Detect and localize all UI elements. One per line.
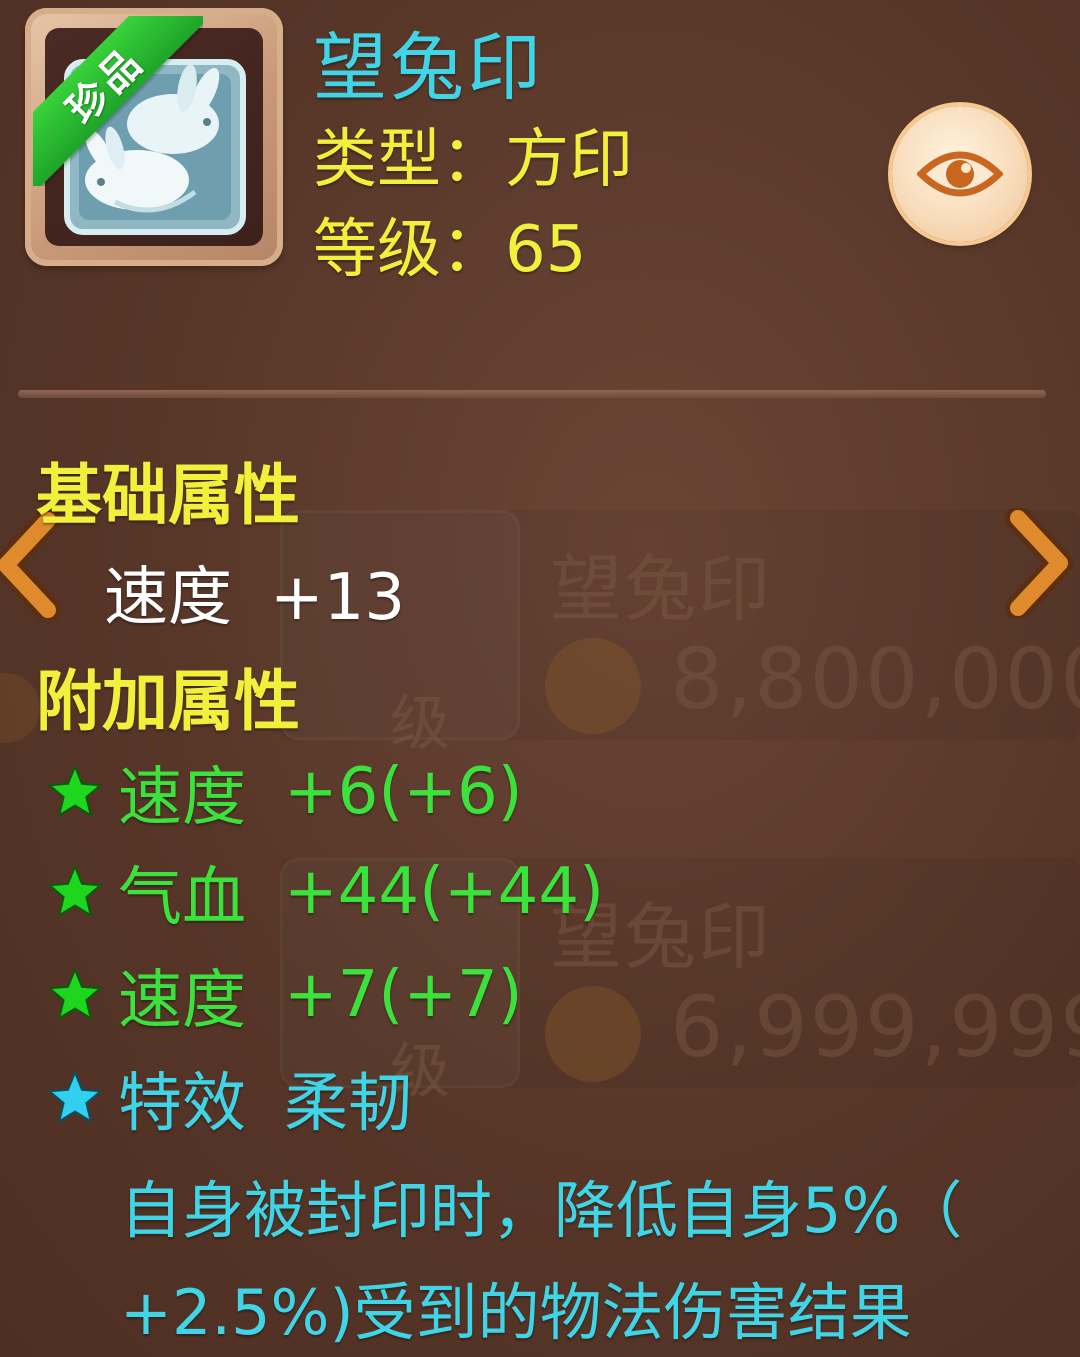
item-tooltip-panel: 级 望兔印 8,800,000 级 望兔印 6,999,999 珍品 望兔印 类… [0, 0, 1080, 1357]
extra-attribute-value: +6(+6) [284, 755, 523, 829]
base-attribute-row: 速度 +13 [104, 546, 405, 638]
item-name: 望兔印 [313, 25, 544, 111]
preview-eye-button[interactable] [892, 106, 1028, 242]
rarity-ribbon: 珍品 [33, 16, 203, 186]
extra-attribute-row: 气血 +44(+44) [46, 852, 605, 935]
extra-attribute-name: 气血 [118, 861, 246, 935]
rarity-band: 珍品 [33, 16, 203, 186]
extra-attribute-name: 速度 [118, 964, 246, 1038]
extra-attribute-value: +44(+44) [284, 855, 605, 929]
special-effect-description-line-2: +2.5%)受到的物法伤害结果 [120, 1276, 912, 1349]
extra-attribute-value: +7(+7) [284, 958, 523, 1032]
background-coin-icon [545, 638, 641, 734]
rarity-label: 珍品 [58, 38, 154, 134]
background-item-price: 6,999,999 [670, 978, 1080, 1076]
item-level: 等级：65 [313, 213, 587, 287]
background-level-badge: 级 [390, 689, 450, 759]
base-attributes-title: 基础属性 [36, 457, 300, 534]
extra-attribute-row: 速度 +7(+7) [46, 955, 523, 1038]
green-star-icon [47, 864, 103, 918]
item-icon-frame: 珍品 [25, 8, 283, 266]
eye-icon [917, 151, 1003, 197]
extra-attributes-title: 附加属性 [36, 663, 300, 740]
special-effect-name: 柔韧 [284, 1067, 412, 1141]
green-star-icon [47, 967, 103, 1021]
item-type: 类型：方印 [313, 123, 633, 197]
green-star-icon [47, 764, 103, 818]
chevron-right-icon[interactable] [1004, 508, 1074, 618]
special-effect-label: 特效 [118, 1067, 246, 1141]
background-coin-icon [0, 673, 40, 743]
special-effect-description-line-1: 自身被封印时，降低自身5%（ [120, 1174, 963, 1247]
background-item-name: 望兔印 [550, 547, 773, 631]
base-attribute-value: +13 [270, 561, 406, 635]
background-coin-icon [545, 986, 641, 1082]
extra-attribute-name: 速度 [118, 761, 246, 835]
base-attribute-name: 速度 [104, 561, 232, 635]
special-effect-row: 特效 柔韧 [46, 1058, 412, 1141]
header-divider [18, 390, 1046, 398]
cyan-star-icon [47, 1070, 103, 1124]
background-item-price: 8,800,000 [670, 630, 1080, 728]
extra-attribute-row: 速度 +6(+6) [46, 752, 523, 835]
